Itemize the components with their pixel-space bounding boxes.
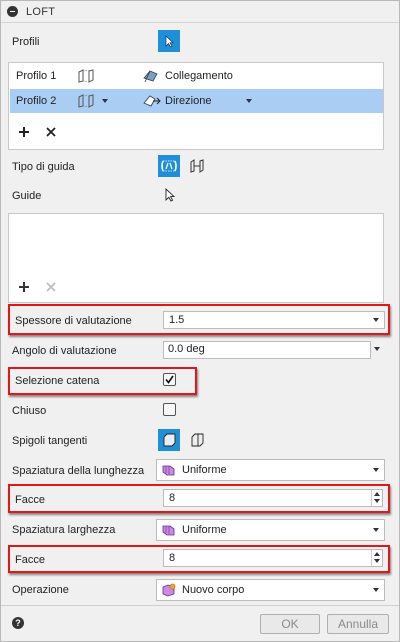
- chevron-down-icon[interactable]: [373, 588, 379, 592]
- highlight-box: [8, 545, 390, 573]
- tipo-guida-label: Tipo di guida: [12, 161, 75, 173]
- plus-icon[interactable]: [18, 281, 30, 293]
- chiuso-checkbox[interactable]: [163, 403, 176, 416]
- chevron-down-icon[interactable]: [374, 347, 380, 351]
- operazione-dropdown[interactable]: Nuovo corpo: [156, 579, 385, 601]
- profile-shape-icon: [78, 69, 94, 83]
- spaziatura-larghezza-dropdown[interactable]: Uniforme: [156, 519, 385, 541]
- spaziatura-lunghezza-value: Uniforme: [182, 464, 227, 476]
- dialog-title: LOFT: [26, 5, 56, 18]
- profile-shape-icon: [78, 94, 94, 108]
- profili-list: Profilo 1 Collegamento Profilo 2 Direzio…: [8, 62, 384, 150]
- split-face-icon: [191, 433, 204, 447]
- operazione-label: Operazione: [12, 584, 69, 596]
- profile-row-1[interactable]: Profilo 1 Collegamento: [10, 64, 383, 88]
- chevron-down-icon[interactable]: [373, 468, 379, 472]
- cursor-arrow-icon[interactable]: [163, 187, 177, 203]
- plus-icon[interactable]: [18, 126, 30, 138]
- angolo-dropdown[interactable]: 0.0 deg: [163, 341, 385, 359]
- close-icon[interactable]: [46, 127, 56, 137]
- rail-type-button[interactable]: [158, 155, 180, 177]
- keep-tangent-edges-button[interactable]: [186, 429, 208, 451]
- title-bar: LOFT: [1, 1, 399, 23]
- loft-dialog: LOFT Profili Profilo 1 Collegamento Prof…: [0, 0, 400, 642]
- uniform-spacing-icon: [162, 525, 175, 536]
- chevron-down-icon[interactable]: [102, 99, 108, 103]
- angolo-label: Angolo di valutazione: [12, 345, 117, 357]
- rail-icon: [161, 160, 177, 172]
- operazione-value: Nuovo corpo: [182, 584, 245, 596]
- profile-name: Profilo 1: [16, 70, 57, 82]
- profile-name: Profilo 2: [16, 95, 57, 107]
- spaziatura-larghezza-label: Spaziatura larghezza: [12, 524, 116, 536]
- spaziatura-lunghezza-dropdown[interactable]: Uniforme: [156, 459, 385, 481]
- cursor-arrow-icon: [165, 35, 174, 48]
- footer-divider: [1, 605, 399, 606]
- guide-list: [8, 213, 384, 303]
- highlight-box: [8, 484, 390, 513]
- uniform-spacing-icon: [162, 465, 175, 476]
- merged-face-icon: [163, 433, 176, 447]
- spigoli-label: Spigoli tangenti: [12, 435, 88, 447]
- profili-label: Profili: [12, 36, 40, 48]
- chevron-down-icon[interactable]: [373, 528, 379, 532]
- centerline-icon: [190, 159, 204, 173]
- chiuso-label: Chiuso: [12, 405, 47, 417]
- chevron-down-icon[interactable]: [246, 99, 252, 103]
- spaziatura-larghezza-value: Uniforme: [182, 524, 227, 536]
- connected-condition-icon: [143, 70, 158, 83]
- cancel-button[interactable]: Annulla: [327, 614, 389, 634]
- guide-label: Guide: [12, 190, 42, 202]
- profili-select-button[interactable]: [158, 30, 180, 52]
- help-icon[interactable]: ?: [12, 617, 24, 629]
- close-icon: [46, 282, 56, 292]
- profile-condition: Collegamento: [165, 70, 233, 82]
- new-body-icon: [162, 583, 176, 597]
- profile-row-2[interactable]: Profilo 2 Direzione: [10, 89, 383, 113]
- collapse-icon[interactable]: [7, 6, 18, 17]
- profile-condition: Direzione: [165, 95, 212, 107]
- ok-button[interactable]: OK: [260, 614, 320, 634]
- angolo-value: 0.0 deg: [168, 343, 205, 355]
- highlight-box: [8, 304, 390, 335]
- highlight-box: [8, 367, 197, 395]
- merge-tangent-edges-button[interactable]: [158, 429, 180, 451]
- centerline-type-button[interactable]: [186, 155, 208, 177]
- direction-condition-icon: [143, 95, 161, 107]
- spaziatura-lunghezza-label: Spaziatura della lunghezza: [12, 465, 145, 477]
